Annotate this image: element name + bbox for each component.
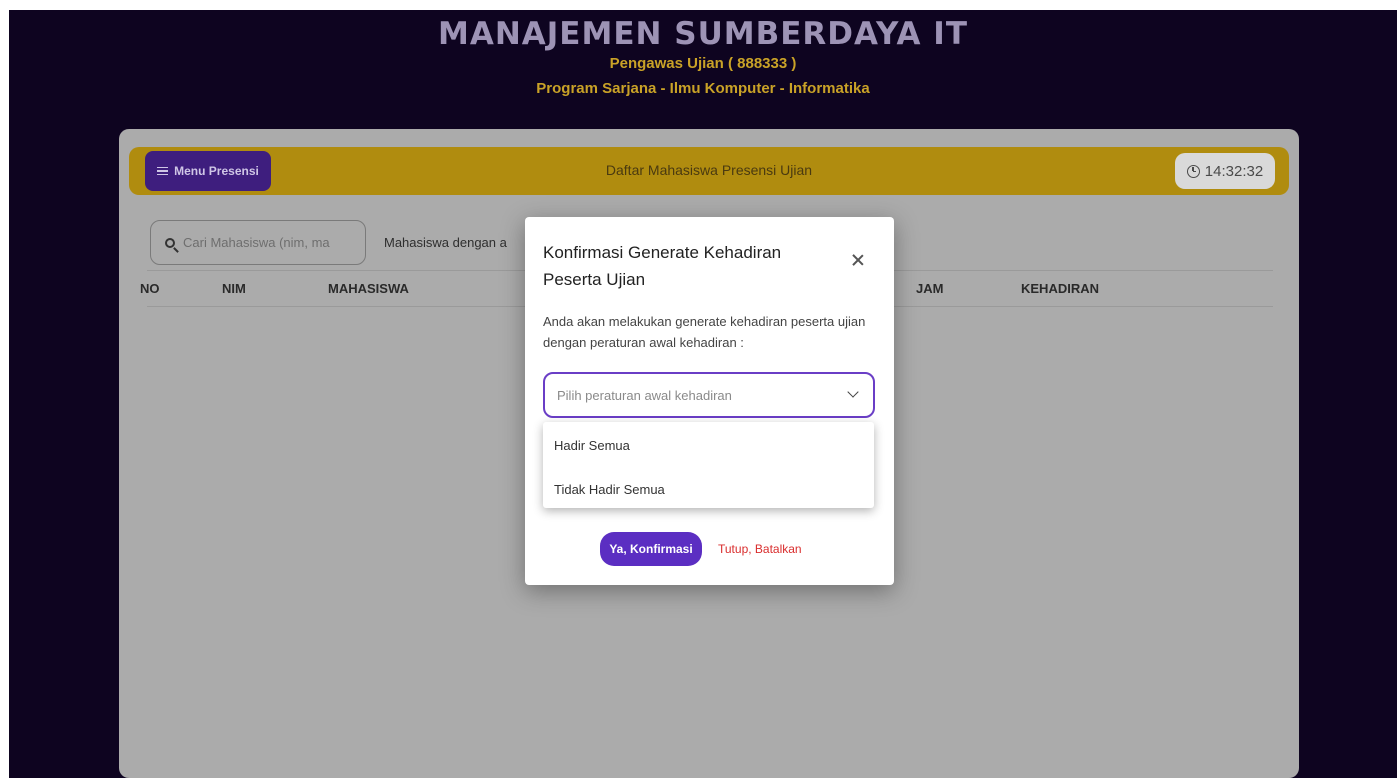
app-title: MANAJEMEN SUMBERDAYA IT	[438, 16, 968, 52]
dialog-message: Anda akan melakukan generate kehadiran p…	[543, 314, 866, 350]
close-icon[interactable]	[851, 253, 865, 267]
attendance-rule-select[interactable]: Pilih peraturan awal kehadiran	[543, 372, 875, 418]
filter-label: Mahasiswa dengan a	[384, 235, 507, 250]
clock-icon	[1186, 164, 1200, 178]
select-placeholder: Pilih peraturan awal kehadiran	[557, 387, 732, 403]
app-frame: MANAJEMEN SUMBERDAYA IT Pengawas Ujian (…	[9, 10, 1397, 778]
search-icon	[165, 237, 175, 248]
page-title: Daftar Mahasiswa Presensi Ujian	[605, 162, 813, 178]
supervisor-label: Pengawas Ujian ( 888333 )	[609, 55, 797, 72]
col-header-kehadiran: KEHADIRAN	[1021, 281, 1099, 296]
col-header-jam: JAM	[916, 281, 944, 296]
search-input[interactable]: Cari Mahasiswa (nim, ma	[150, 220, 366, 265]
cancel-button[interactable]: Tutup, Batalkan	[718, 542, 802, 556]
clock-badge: 14:32:32	[1175, 153, 1275, 189]
confirm-button[interactable]: Ya, Konfirmasi	[600, 532, 702, 566]
search-placeholder: Cari Mahasiswa (nim, ma	[183, 235, 330, 250]
option-tidak-hadir-semua[interactable]: Tidak Hadir Semua	[554, 482, 665, 497]
program-label: Program Sarjana - Ilmu Komputer - Inform…	[536, 80, 870, 97]
col-header-no: NO	[140, 281, 160, 296]
select-dropdown: Hadir Semua Tidak Hadir Semua	[543, 422, 874, 508]
option-hadir-semua[interactable]: Hadir Semua	[554, 438, 630, 453]
top-bar: Menu Presensi Daftar Mahasiswa Presensi …	[129, 147, 1289, 195]
col-header-mahasiswa: MAHASISWA	[328, 281, 409, 296]
confirm-dialog: Konfirmasi Generate Kehadiran Peserta Uj…	[525, 217, 894, 585]
dialog-title: Konfirmasi Generate Kehadiran Peserta Uj…	[543, 243, 782, 289]
col-header-nim: NIM	[222, 281, 246, 296]
chevron-down-icon	[847, 386, 859, 398]
clock-time: 14:32:32	[1204, 162, 1264, 180]
